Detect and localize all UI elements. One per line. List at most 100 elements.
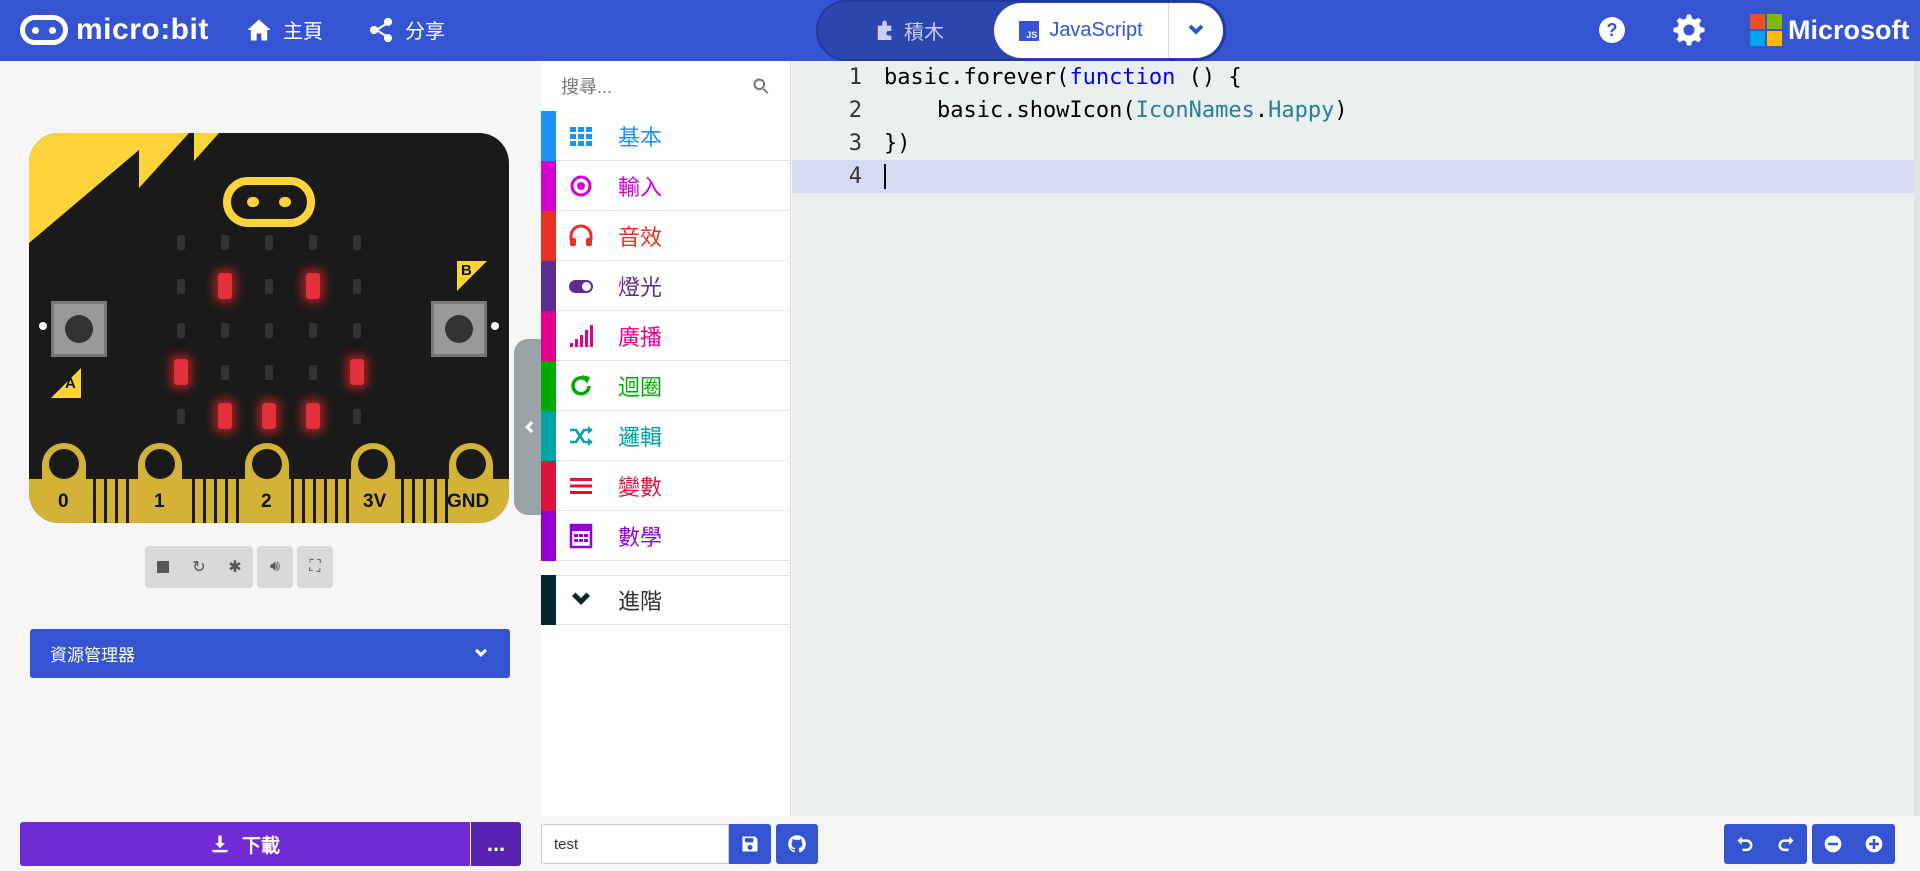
download-label: 下載 [241, 835, 280, 857]
category-label: 迴圈 [618, 374, 663, 400]
code-text: basic.showIcon(IconNames.Happy) [884, 98, 1348, 123]
restart-button[interactable]: ↻ [181, 546, 217, 588]
refresh-icon [566, 371, 596, 401]
connector-tooth [434, 479, 437, 523]
toolbox-category[interactable]: 音效 [541, 210, 791, 261]
pin-label: 3V [363, 491, 387, 512]
led-on [174, 359, 188, 385]
blocks-tab[interactable]: 積木 [876, 16, 944, 45]
explorer-button[interactable]: 資源管理器 [30, 629, 510, 678]
svg-text:?: ? [1607, 20, 1618, 40]
mute-icon: 🔊︎ [269, 558, 281, 575]
code-line-active: 4 [792, 160, 1920, 193]
connector-tooth [104, 479, 107, 523]
led-off [221, 364, 229, 380]
connector-tooth [324, 479, 327, 523]
toolbox-category[interactable]: 基本 [541, 110, 791, 161]
connector-tooth [225, 479, 228, 523]
button-a-label: A [65, 375, 76, 392]
led-off [221, 322, 229, 338]
led-off [353, 278, 361, 294]
search-icon [753, 78, 769, 94]
line-number: 1 [848, 65, 862, 90]
led-off [353, 322, 361, 338]
led-off [265, 364, 273, 380]
project-name-input[interactable] [541, 824, 729, 864]
bottom-bar: 下載 ... [0, 816, 1920, 871]
help-button[interactable]: ? [1596, 14, 1628, 46]
stop-button[interactable] [145, 546, 181, 588]
undo-button[interactable] [1724, 824, 1765, 864]
toolbox-category[interactable]: 廣播 [541, 310, 791, 361]
connector-tooth [115, 479, 118, 523]
category-color-bar [541, 510, 556, 561]
microbit-logo[interactable]: micro:bit [20, 13, 209, 47]
line-number: 4 [848, 164, 862, 189]
category-color-bar [541, 460, 556, 511]
pin-label: 2 [261, 491, 272, 512]
simulator-controls: ↻ ✱ 🔊︎ ⛶ [145, 546, 333, 588]
pin-label: 0 [58, 491, 69, 512]
toolbox-category[interactable]: 迴圈 [541, 360, 791, 411]
download-button[interactable]: 下載 [20, 822, 470, 866]
chevron-down-icon [566, 585, 596, 615]
github-button[interactable] [776, 824, 818, 864]
debug-icon: ✱ [228, 559, 242, 576]
header: micro:bit 主頁 分享 積木 JS JavaScript ? Micro… [0, 0, 1920, 61]
category-label: 廣播 [618, 324, 663, 350]
more-label: ... [486, 831, 506, 856]
share-icon [369, 17, 393, 42]
toolbox-category[interactable]: 輸入 [541, 160, 791, 211]
lines-icon [566, 471, 596, 501]
code-line: 3 }) [792, 127, 1920, 160]
category-color-bar [541, 260, 556, 311]
language-dropdown-button[interactable] [1168, 3, 1223, 58]
fullscreen-button[interactable]: ⛶ [297, 546, 333, 588]
target-icon [566, 171, 596, 201]
redo-button[interactable] [1765, 824, 1806, 864]
toolbox-category[interactable]: 進階 [541, 575, 791, 625]
toolbox-category[interactable]: 變數 [541, 460, 791, 511]
debug-button[interactable]: ✱ [217, 546, 253, 588]
chevron-left-icon [525, 421, 534, 433]
download-icon [212, 835, 228, 853]
undo-redo-group [1724, 824, 1807, 864]
zoom-in-button[interactable] [1853, 824, 1894, 864]
zoom-out-button[interactable] [1812, 824, 1853, 864]
toolbox-category[interactable]: 數學 [541, 510, 791, 561]
mute-button[interactable]: 🔊︎ [257, 546, 293, 588]
collapse-simulator-button[interactable] [514, 339, 542, 515]
button-b[interactable] [431, 301, 487, 357]
connector-tooth [236, 479, 239, 523]
editor-scrollbar[interactable] [1914, 61, 1920, 816]
category-label: 輸入 [618, 174, 663, 200]
led-off [265, 278, 273, 294]
led-off [309, 322, 317, 338]
led-on [218, 403, 232, 429]
javascript-tab[interactable]: JS JavaScript [994, 3, 1168, 58]
settings-button[interactable] [1673, 14, 1705, 46]
toolbox-search[interactable]: 搜尋... [541, 61, 791, 111]
home-button[interactable]: 主頁 [245, 15, 323, 44]
github-icon [788, 835, 806, 853]
code-editor[interactable]: 1 basic.forever(function () { 2 basic.sh… [792, 61, 1920, 816]
microbit-board: A B 0 1 2 3V GND [29, 133, 509, 523]
share-button[interactable]: 分享 [367, 15, 445, 44]
connector-tooth [302, 479, 305, 523]
toolbox-category[interactable]: 燈光 [541, 260, 791, 311]
connector-tooth [423, 479, 426, 523]
redo-icon [1778, 836, 1793, 852]
download-more-button[interactable]: ... [471, 822, 521, 866]
category-label: 變數 [618, 474, 663, 500]
save-button[interactable] [729, 824, 771, 864]
led-off [177, 234, 185, 250]
toolbox-category[interactable]: 邏輯 [541, 410, 791, 461]
led-off [177, 278, 185, 294]
led-on [350, 359, 364, 385]
connector-tooth [291, 479, 294, 523]
microsoft-brand[interactable]: Microsoft [1750, 14, 1910, 46]
line-number: 2 [848, 98, 862, 123]
button-a[interactable] [51, 301, 107, 357]
led-on [262, 403, 276, 429]
chevron-down-icon [1188, 24, 1204, 35]
